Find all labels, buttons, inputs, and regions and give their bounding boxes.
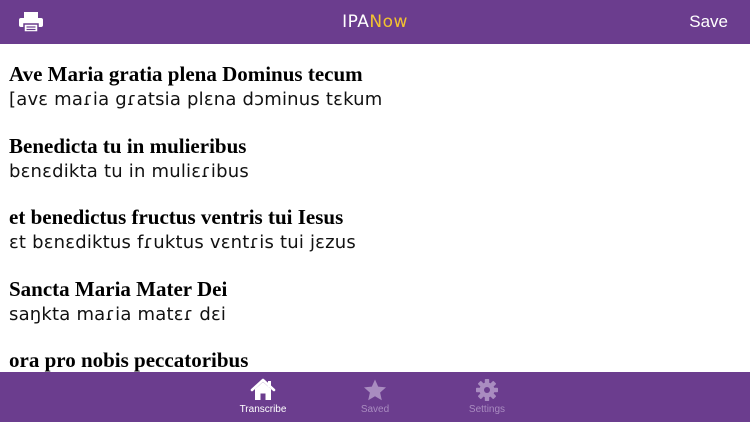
tab-saved[interactable]: Saved: [330, 372, 420, 422]
latin-text: Benedicta tu in mulieribus: [9, 134, 247, 158]
save-button[interactable]: Save: [689, 0, 728, 44]
gear-icon: [476, 379, 498, 401]
transcription-view[interactable]: Ave Maria gratia plena Dominus tecum [av…: [0, 44, 750, 372]
top-bar: IPA Now Save: [0, 0, 750, 44]
tab-transcribe[interactable]: Transcribe: [218, 372, 308, 422]
transcription-entry: et benedictus fructus ventris tui Iesus …: [9, 204, 739, 256]
ipa-text: bɛnɛdikta tu in muliɛɾibus: [9, 161, 249, 182]
latin-text: et benedictus fructus ventris tui Iesus: [9, 205, 344, 229]
tab-settings[interactable]: Settings: [442, 372, 532, 422]
tab-label: Settings: [468, 404, 506, 415]
latin-text: Sancta Maria Mater Dei: [9, 277, 228, 301]
star-icon: [364, 379, 386, 401]
ipa-text: saŋkta maɾia matɛɾ dɛi: [9, 304, 227, 325]
transcription-entry: ora pro nobis peccatoribus: [9, 347, 739, 372]
home-icon: [250, 378, 276, 400]
transcription-entry: Sancta Maria Mater Dei saŋkta maɾia matɛ…: [9, 276, 739, 328]
app-title: IPA Now: [0, 0, 750, 44]
printer-icon: [19, 12, 43, 33]
tab-label: Transcribe: [239, 404, 287, 415]
transcription-entry: Benedicta tu in mulieribus bɛnɛdikta tu …: [9, 133, 739, 185]
app-title-now: Now: [369, 12, 408, 32]
app-title-ipa: IPA: [342, 12, 370, 32]
print-button[interactable]: [18, 11, 44, 33]
ipa-text: [avɛ maɾia gɾatsia plɛna dɔminus tɛkum: [9, 89, 383, 110]
tab-bar: Transcribe Saved Settings: [0, 372, 750, 422]
latin-text: Ave Maria gratia plena Dominus tecum: [9, 62, 363, 86]
transcription-entry: Ave Maria gratia plena Dominus tecum [av…: [9, 61, 739, 113]
latin-text: ora pro nobis peccatoribus: [9, 348, 249, 372]
ipa-text: ɛt bɛnɛdiktus fɾuktus vɛntɾis tui jɛzus: [9, 232, 356, 253]
tab-label: Saved: [360, 404, 390, 415]
